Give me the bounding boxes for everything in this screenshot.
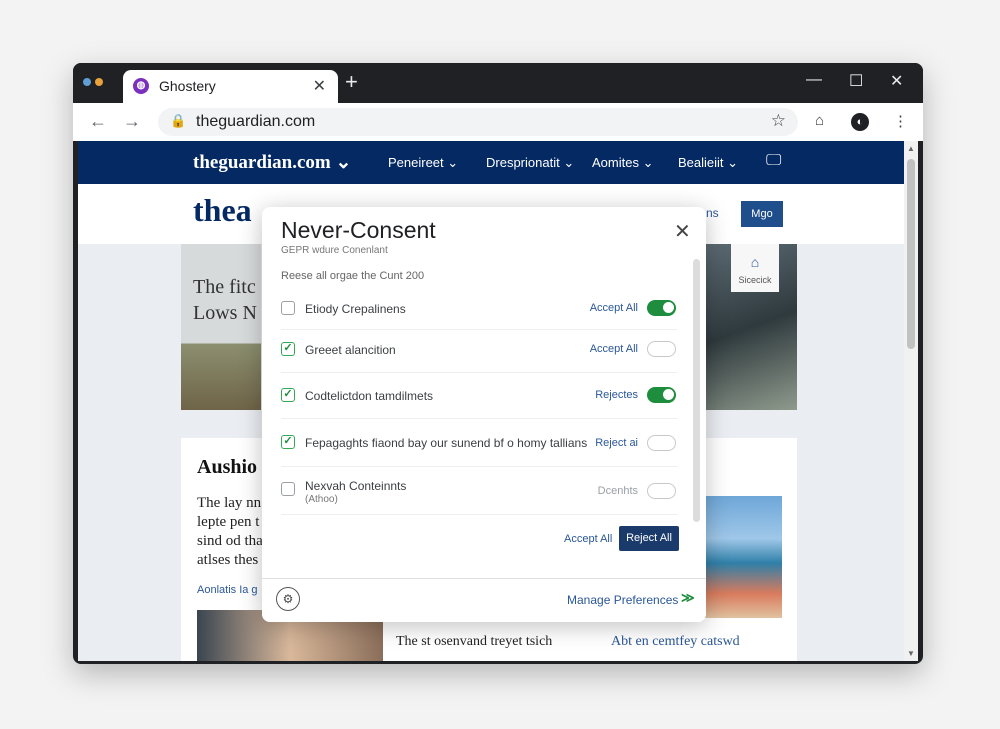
row-checkbox[interactable]: ✓ [281, 388, 295, 402]
row-sublabel: (Athoo) [305, 494, 338, 505]
caption-right[interactable]: Abt en cemtfey catswd [611, 634, 740, 650]
toggle-knob [663, 389, 674, 400]
row-toggle[interactable] [647, 341, 676, 357]
home-icon: ⌂ [750, 254, 760, 270]
row-action[interactable]: Accept All [568, 343, 638, 355]
consent-row: Etiody Crepalinens Accept All [281, 295, 677, 330]
tab-title: Ghostery [159, 78, 216, 94]
section-body: The lay nn lepte pen t sind od tha atlse… [197, 495, 263, 568]
consent-modal: Never-Consent GEPR wdure Conenlant ✕ Ree… [262, 207, 706, 622]
row-action[interactable]: Accept All [568, 302, 638, 314]
row-action[interactable]: Reject ai [588, 437, 638, 449]
byline[interactable]: Aonlatis Ia g [197, 584, 258, 596]
nav-item-label: Bealieiit [678, 155, 724, 170]
nav-item[interactable]: Peneireet ⌄ [388, 155, 458, 171]
address-bar[interactable]: 🔒 theguardian.com ☆ [158, 108, 798, 136]
browser-toolbar: ← → 🔒 theguardian.com ☆ ⌂ ◐ ⋮ [73, 103, 923, 141]
ghostery-logo-icon[interactable]: ⚙ [276, 587, 300, 611]
modal-scrollbar[interactable] [693, 259, 700, 522]
row-label: Nexvah Conteinnts [305, 479, 407, 493]
header-logo[interactable]: thea [193, 192, 252, 229]
nav-item[interactable]: Aomites ⌄ [592, 155, 653, 171]
header-button[interactable]: Mgo [741, 201, 783, 227]
dot-icon [83, 78, 91, 86]
row-action[interactable]: Rejectes [568, 389, 638, 401]
back-arrow-icon[interactable]: ← [89, 111, 107, 132]
close-window-button[interactable]: ✕ [890, 71, 903, 91]
header-tail-text: ns [706, 206, 719, 220]
ghostery-icon: ◍ [133, 78, 149, 94]
monitor-icon[interactable]: 🖵 [766, 152, 781, 170]
row-toggle[interactable] [647, 387, 676, 403]
close-tab-icon[interactable]: ✕ [313, 76, 326, 96]
scroll-up-icon[interactable]: ▲ [907, 144, 915, 153]
guardian-nav: theguardian.com ⌄ Peneireet ⌄ Drespriona… [78, 141, 904, 184]
beach-photo[interactable] [704, 496, 782, 618]
row-checkbox[interactable]: ✓ [281, 435, 295, 449]
accept-all-button[interactable]: Accept All [564, 533, 612, 545]
extension-icon[interactable]: ⌂ [815, 112, 824, 129]
nav-item[interactable]: Bealieiit ⌄ [678, 155, 738, 171]
caption-left[interactable]: The st osenvand treyet tsich [396, 634, 552, 650]
nav-item-label: Aomites [592, 155, 639, 170]
nav-logo-text: theguardian.com [193, 152, 331, 173]
nav-item-label: Peneireet [388, 155, 444, 170]
row-label: Greeet alancition [305, 343, 396, 357]
modal-subtitle: GEPR wdure Conenlant [281, 245, 388, 256]
lock-icon: 🔒 [170, 113, 187, 128]
row-checkbox[interactable] [281, 482, 295, 496]
forward-arrow-icon[interactable]: → [123, 111, 141, 132]
consent-row: ✓ Fepagaghts fiaond bay our sunend bf o … [281, 418, 677, 467]
consent-row: ✓ Codtelictdon tamdilmets Rejectes [281, 372, 677, 419]
row-label: Etiody Crepalinens [305, 302, 406, 316]
bookmark-star-icon[interactable]: ☆ [771, 111, 786, 131]
toggle-knob [649, 485, 660, 496]
toggle-knob [649, 343, 660, 354]
side-card[interactable]: ⌂ Sicecick [731, 244, 779, 292]
scroll-thumb[interactable] [907, 159, 915, 349]
close-icon[interactable]: ✕ [674, 219, 691, 244]
dot-icon [95, 78, 103, 86]
scroll-down-icon[interactable]: ▼ [907, 649, 915, 658]
row-action[interactable]: Dcenhts [568, 485, 638, 497]
row-toggle[interactable] [647, 300, 676, 316]
toggle-knob [663, 302, 674, 313]
chevron-down-icon[interactable]: ≫ [681, 590, 695, 606]
nav-item-label: Dresprionatit [486, 155, 560, 170]
modal-title: Never-Consent [281, 217, 436, 243]
toggle-knob [649, 437, 660, 448]
nav-logo[interactable]: theguardian.com ⌄ [193, 151, 351, 174]
window-dots [83, 78, 111, 88]
manage-preferences-link[interactable]: Manage Preferences [567, 593, 678, 607]
row-label: Fepagaghts fiaond bay our sunend bf o ho… [305, 436, 588, 450]
modal-description: Reese all orgae the Cunt 200 [281, 270, 425, 282]
article-image[interactable] [181, 244, 261, 410]
section-heading[interactable]: Aushio [197, 456, 257, 479]
minimize-button[interactable]: — [806, 71, 822, 89]
row-label: Codtelictdon tamdilmets [305, 389, 434, 403]
tab-bar: ◍ Ghostery ✕ + — ☐ ✕ [73, 63, 923, 103]
page-scrollbar[interactable]: ▲ ▼ [904, 141, 918, 661]
url-text: theguardian.com [196, 113, 316, 130]
maximize-button[interactable]: ☐ [849, 71, 863, 91]
profile-icon[interactable]: ◐ [851, 113, 869, 131]
tab-ghostery[interactable]: ◍ Ghostery ✕ [123, 70, 338, 103]
row-checkbox[interactable]: ✓ [281, 342, 295, 356]
consent-row: ✓ Greeet alancition Accept All [281, 329, 677, 373]
new-tab-button[interactable]: + [345, 69, 358, 95]
nav-item[interactable]: Dresprionatit ⌄ [486, 155, 574, 171]
row-toggle[interactable] [647, 483, 676, 499]
consent-row: Nexvah Conteinnts (Athoo) Dcenhts [281, 466, 677, 515]
row-checkbox[interactable] [281, 301, 295, 315]
row-toggle[interactable] [647, 435, 676, 451]
article-headline[interactable]: The fitc Lows N [193, 274, 257, 326]
reject-all-button[interactable]: Reject All [619, 526, 679, 551]
menu-kebab-icon[interactable]: ⋮ [893, 112, 908, 130]
modal-footer: ⚙ Manage Preferences ≫ [262, 578, 706, 622]
side-card-label: Sicecick [738, 275, 772, 285]
